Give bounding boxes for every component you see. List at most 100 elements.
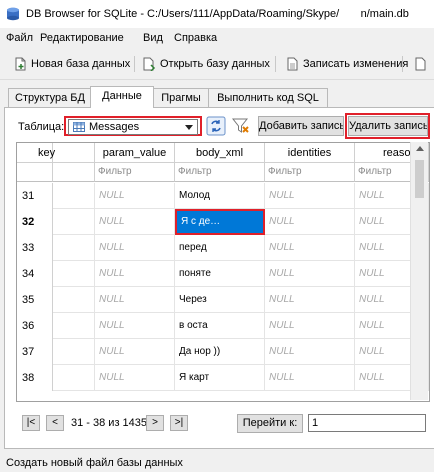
row-number[interactable]: 37	[17, 339, 53, 365]
revert-changes-button[interactable]	[414, 54, 432, 74]
add-record-button[interactable]: Добавить запись	[258, 116, 344, 136]
cell-key[interactable]	[53, 365, 95, 391]
column-header[interactable]: key	[38, 143, 95, 163]
table-row[interactable]: 33 NULL перед NULL NULL	[17, 235, 429, 261]
cell-identities[interactable]: NULL	[265, 261, 355, 287]
title-bar: DB Browser for SQLite - C:/Users/111/App…	[0, 0, 434, 28]
table-select[interactable]: Messages	[64, 116, 202, 136]
cell-param-value[interactable]: NULL	[95, 209, 175, 235]
cell-key[interactable]	[53, 209, 95, 235]
refresh-button[interactable]	[205, 116, 227, 136]
cell-param-value[interactable]: NULL	[95, 313, 175, 339]
cell-identities[interactable]: NULL	[265, 287, 355, 313]
cell-key[interactable]	[53, 339, 95, 365]
menu-view[interactable]: Вид	[143, 32, 163, 44]
table-row[interactable]: 35 NULL Через NULL NULL	[17, 287, 429, 313]
table-row[interactable]: 37 NULL Да нор )) NULL NULL	[17, 339, 429, 365]
window-title: DB Browser for SQLite - C:/Users/111/App…	[26, 8, 409, 20]
table-row[interactable]: 31 NULL Молод NULL NULL	[17, 183, 429, 209]
row-number[interactable]: 38	[17, 365, 53, 391]
first-page-button[interactable]: |<	[22, 415, 40, 431]
cell-param-value[interactable]: NULL	[95, 235, 175, 261]
table-row[interactable]: 36 NULL в оста NULL NULL	[17, 313, 429, 339]
table-row[interactable]: 32 NULL Я с де… NULL NULL	[17, 209, 429, 235]
cell-param-value[interactable]: NULL	[95, 261, 175, 287]
toolbar-separator	[134, 56, 135, 72]
cell-key[interactable]	[53, 313, 95, 339]
scrollbar-thumb[interactable]	[415, 160, 424, 198]
open-file-icon	[143, 57, 156, 71]
cell-body-xml[interactable]: Я с де…	[175, 209, 265, 235]
goto-button[interactable]: Перейти к:	[237, 414, 303, 433]
cell-param-value[interactable]: NULL	[95, 339, 175, 365]
cell-body-xml[interactable]: Через	[175, 287, 265, 313]
column-header[interactable]: body_xml	[175, 143, 265, 163]
next-page-button[interactable]: >	[146, 415, 164, 431]
highlight-frame	[345, 113, 430, 139]
row-number[interactable]: 36	[17, 313, 53, 339]
column-header-label: key	[38, 147, 56, 159]
toolbar: Новая база данных Открыть базу данных За…	[0, 49, 434, 80]
cell-identities[interactable]: NULL	[265, 235, 355, 261]
tab-pragmas[interactable]: Прагмы	[152, 88, 210, 107]
row-number[interactable]: 35	[17, 287, 53, 313]
cell-identities[interactable]: NULL	[265, 183, 355, 209]
menu-help[interactable]: Справка	[174, 32, 217, 44]
new-database-label: Новая база данных	[31, 58, 131, 70]
table-label: Таблица:	[18, 121, 65, 133]
row-number[interactable]: 31	[17, 183, 53, 209]
cell-key[interactable]	[53, 261, 95, 287]
cell-key[interactable]	[53, 183, 95, 209]
write-changes-button[interactable]: Записать изменения	[286, 54, 408, 74]
cell-body-xml[interactable]: поняте	[175, 261, 265, 287]
column-header[interactable]: identities	[265, 143, 355, 163]
cell-body-xml[interactable]: Молод	[175, 183, 265, 209]
status-text: Создать новый файл базы данных	[6, 457, 183, 469]
row-number[interactable]: 32	[17, 209, 53, 235]
save-icon	[287, 57, 298, 71]
filter-input[interactable]: Фильтр	[175, 163, 265, 182]
prev-page-button[interactable]: <	[46, 415, 64, 431]
tab-data[interactable]: Данные	[90, 86, 154, 108]
row-number[interactable]: 34	[17, 261, 53, 287]
new-file-icon	[15, 57, 26, 71]
table-select-box: Messages	[68, 119, 198, 135]
scroll-up-icon[interactable]	[416, 146, 424, 151]
data-grid[interactable]: key param_value body_xml identities reas…	[16, 142, 430, 402]
cell-identities[interactable]: NULL	[265, 209, 355, 235]
cell-body-xml[interactable]: Я карт	[175, 365, 265, 391]
cell-param-value[interactable]: NULL	[95, 287, 175, 313]
cell-body-xml[interactable]: в оста	[175, 313, 265, 339]
toolbar-separator	[402, 56, 403, 72]
vertical-scrollbar[interactable]	[410, 142, 428, 400]
tab-structure[interactable]: Структура БД	[8, 88, 92, 107]
cell-body-xml[interactable]: Да нор ))	[175, 339, 265, 365]
cell-param-value[interactable]: NULL	[95, 183, 175, 209]
filter-input[interactable]	[53, 163, 95, 182]
open-database-button[interactable]: Открыть базу данных	[142, 54, 270, 74]
cell-identities[interactable]: NULL	[265, 313, 355, 339]
table-row[interactable]: 38 NULL Я карт NULL NULL	[17, 365, 429, 391]
cell-body-xml[interactable]: перед	[175, 235, 265, 261]
row-number[interactable]: 33	[17, 235, 53, 261]
clear-filters-button[interactable]	[230, 116, 252, 136]
new-database-button[interactable]: Новая база данных	[14, 54, 130, 74]
status-bar: Создать новый файл базы данных	[0, 455, 434, 472]
filter-input[interactable]: Фильтр	[95, 163, 175, 182]
menu-edit[interactable]: Редактирование	[40, 32, 124, 44]
cell-key[interactable]	[53, 287, 95, 313]
filter-input[interactable]: Фильтр	[265, 163, 355, 182]
cell-param-value[interactable]: NULL	[95, 365, 175, 391]
chevron-down-icon	[185, 125, 193, 130]
goto-input[interactable]: 1	[308, 414, 426, 432]
cell-identities[interactable]: NULL	[265, 365, 355, 391]
clear-filter-icon	[231, 118, 249, 133]
cell-key[interactable]	[53, 235, 95, 261]
tab-execute-sql[interactable]: Выполнить код SQL	[208, 88, 328, 107]
last-page-button[interactable]: >|	[170, 415, 188, 431]
menu-file[interactable]: Файл	[6, 32, 33, 44]
column-header[interactable]: param_value	[95, 143, 175, 163]
table-row[interactable]: 34 NULL поняте NULL NULL	[17, 261, 429, 287]
revert-icon	[415, 57, 426, 71]
cell-identities[interactable]: NULL	[265, 339, 355, 365]
